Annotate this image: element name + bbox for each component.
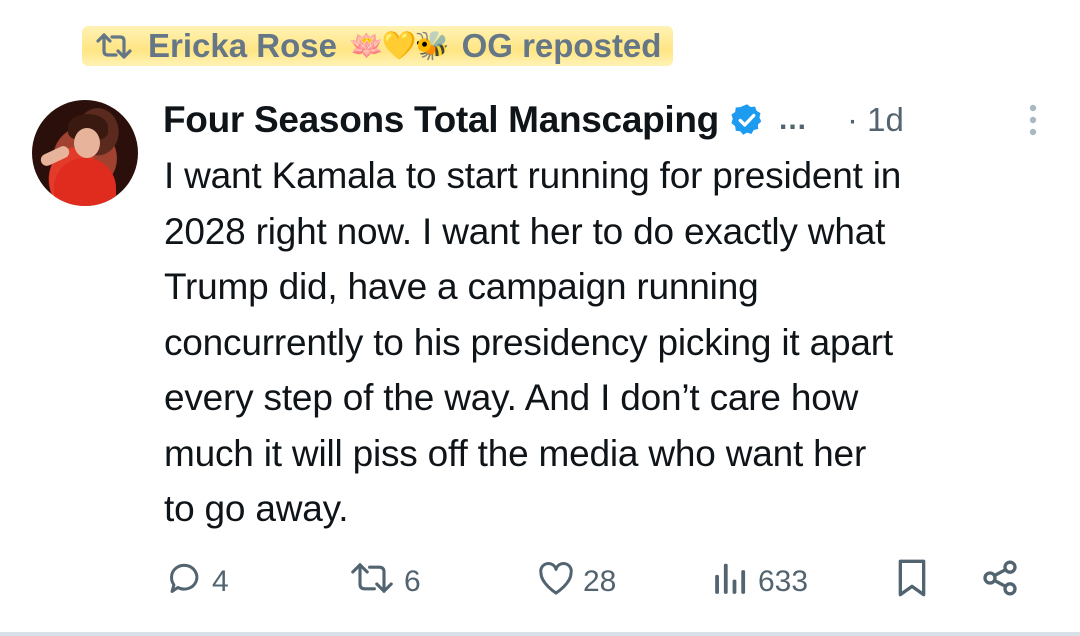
- more-options-icon[interactable]: [1027, 102, 1039, 143]
- repost-context[interactable]: Ericka Rose 🪷 💛 🐝 OG reposted: [82, 26, 674, 66]
- action-bar: 4 6 28 633: [0, 556, 1080, 608]
- repost-suffix: OG reposted: [461, 27, 662, 64]
- lotus-emoji: 🪷: [348, 30, 384, 61]
- repost-emojis: 🪷 💛 🐝: [348, 30, 450, 61]
- like-count: 28: [583, 565, 617, 598]
- post-header: Four Seasons Total Manscaping ... · 1d: [163, 96, 1043, 144]
- author-name[interactable]: Four Seasons Total Manscaping: [163, 99, 719, 141]
- reply-count: 4: [212, 565, 229, 598]
- repost-button[interactable]: 6: [348, 556, 421, 608]
- reply-icon: [166, 559, 204, 605]
- bee-emoji: 🐝: [414, 30, 450, 61]
- share-button[interactable]: [980, 556, 1020, 608]
- reply-button[interactable]: 4: [166, 556, 229, 608]
- bookmark-button[interactable]: [895, 556, 929, 608]
- post-timestamp[interactable]: · 1d: [847, 101, 904, 139]
- post-text: I want Kamala to start running for presi…: [164, 155, 902, 529]
- avatar-figure-face: [74, 128, 100, 158]
- repost-user-name[interactable]: Ericka Rose: [148, 27, 337, 65]
- avatar-figure-dress: [54, 158, 116, 206]
- repost-count: 6: [404, 565, 421, 598]
- share-icon: [980, 558, 1020, 606]
- repost-action-icon: [348, 561, 396, 603]
- heart-icon: [537, 560, 575, 604]
- divider: [0, 632, 1080, 636]
- views-chart-icon: [712, 560, 750, 604]
- handle-truncated: ...: [778, 103, 807, 136]
- repost-icon: [94, 32, 134, 60]
- yellow-heart-emoji: 💛: [381, 30, 417, 61]
- views-count: 633: [758, 565, 809, 598]
- views-button[interactable]: 633: [712, 556, 808, 608]
- bookmark-icon: [895, 558, 929, 606]
- like-button[interactable]: 28: [537, 556, 616, 608]
- author-avatar[interactable]: [32, 100, 138, 206]
- verified-badge-icon: [729, 102, 765, 138]
